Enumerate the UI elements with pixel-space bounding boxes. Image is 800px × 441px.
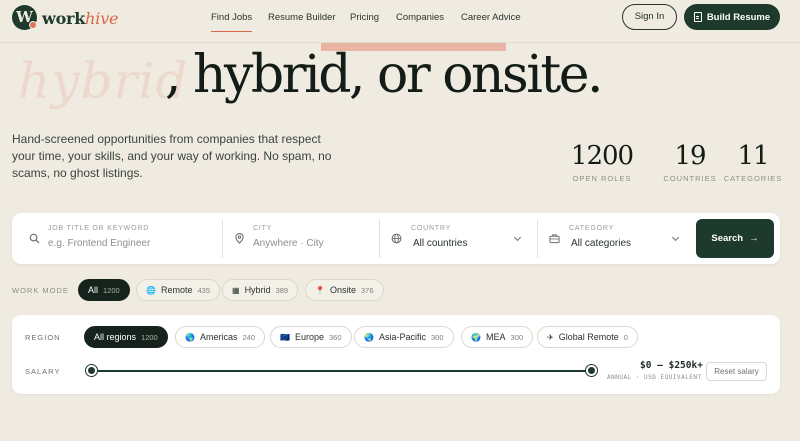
- city-field-label: CITY: [253, 225, 273, 232]
- chip-label: Americas: [199, 332, 238, 342]
- arrow-right-icon: →: [749, 233, 759, 244]
- eu-flag-icon: 🇪🇺: [280, 332, 290, 342]
- chevron-down-icon: [671, 233, 680, 242]
- country-field-label: COUNTRY: [411, 225, 452, 232]
- keyword-field-label: JOB TITLE OR KEYWORD: [48, 225, 150, 232]
- category-field-label: CATEGORY: [569, 225, 615, 232]
- stat-value: 19: [674, 141, 706, 171]
- salary-slider-track[interactable]: [91, 370, 591, 372]
- keyword-input[interactable]: e.g. Frontend Engineer: [48, 238, 150, 249]
- build-resume-label: Build Resume: [706, 11, 771, 23]
- hero-title: , hybrid, or onsite.: [165, 45, 604, 105]
- chevron-down-icon: [513, 233, 522, 242]
- keyword-field[interactable]: JOB TITLE OR KEYWORD e.g. Frontend Engin…: [12, 213, 222, 264]
- country-select[interactable]: COUNTRY All countries: [380, 213, 537, 264]
- globe-asia-icon: 🌏: [364, 332, 374, 342]
- stat-value: 11: [737, 141, 769, 171]
- briefcase-icon: [549, 234, 560, 244]
- region-chip-global-remote[interactable]: ✈ Global Remote 0: [537, 326, 638, 348]
- stat-countries: 19 COUNTRIES: [650, 141, 730, 183]
- search-button[interactable]: Search →: [696, 219, 774, 258]
- chip-count: 300: [510, 332, 523, 342]
- stat-label: OPEN ROLES: [572, 174, 632, 183]
- chip-label: Global Remote: [558, 332, 619, 342]
- region-chip-europe[interactable]: 🇪🇺 Europe 360: [270, 326, 352, 348]
- work-mode-label: WORK MODE: [12, 286, 69, 295]
- logo-dot: [29, 21, 37, 29]
- chip-count: 389: [275, 285, 289, 295]
- hero-ghost-word: hybrid: [18, 52, 189, 110]
- search-button-label: Search: [711, 233, 744, 244]
- logo-word-main: work: [42, 9, 86, 28]
- chip-label: Asia-Pacific: [378, 332, 426, 342]
- city-input[interactable]: Anywhere · City: [253, 238, 324, 249]
- chip-label: Remote: [160, 285, 193, 295]
- salary-max-handle[interactable]: [585, 365, 597, 376]
- chip-count: 240: [242, 332, 255, 342]
- nav-link-companies[interactable]: Companies: [396, 12, 444, 23]
- region-chip-asia-pacific[interactable]: 🌏 Asia-Pacific 300: [354, 326, 454, 348]
- work-mode-chip-remote[interactable]: 🌐 Remote 435: [136, 279, 220, 301]
- chip-count: 1200: [103, 285, 120, 295]
- chip-count: 0: [623, 332, 628, 342]
- globe-icon: 🌐: [146, 285, 156, 295]
- globe-americas-icon: 🌎: [185, 332, 195, 342]
- salary-range-value: $0 — $250k+: [640, 360, 703, 371]
- stat-label: COUNTRIES: [663, 174, 717, 183]
- filter-panel: REGION All regions 1200 🌎 Americas 240 🇪…: [12, 315, 780, 394]
- region-chip-americas[interactable]: 🌎 Americas 240: [175, 326, 265, 348]
- salary-note: ANNUAL · USD EQUIVALENT: [607, 374, 702, 381]
- document-icon: [693, 12, 702, 22]
- top-nav: W workhive Find Jobs Resume Builder Pric…: [0, 0, 800, 43]
- work-mode-chip-all[interactable]: All 1200: [78, 279, 130, 301]
- stat-value: 1200: [570, 141, 634, 171]
- globe-africa-icon: 🌍: [471, 332, 481, 342]
- chip-count: 1200: [141, 332, 158, 342]
- category-value: All categories: [571, 238, 632, 249]
- chip-count: 300: [430, 332, 444, 342]
- stat-label: CATEGORIES: [723, 174, 783, 183]
- reset-salary-button[interactable]: Reset salary: [706, 362, 767, 381]
- search-icon: [29, 233, 40, 244]
- nav-link-pricing[interactable]: Pricing: [350, 12, 379, 23]
- pin-icon: 📍: [315, 285, 325, 295]
- map-pin-icon: [235, 233, 244, 244]
- sign-in-button[interactable]: Sign In: [622, 4, 677, 30]
- chip-label: Onsite: [329, 285, 356, 295]
- work-mode-chip-hybrid[interactable]: ▦ Hybrid 389: [222, 279, 299, 301]
- stat-open-roles: 1200 OPEN ROLES: [566, 141, 638, 183]
- chip-label: All: [88, 285, 99, 295]
- job-search-bar: JOB TITLE OR KEYWORD e.g. Frontend Engin…: [12, 213, 780, 264]
- salary-label: SALARY: [25, 367, 61, 376]
- country-value: All countries: [413, 238, 468, 249]
- hero-subtitle: Hand-screened opportunities from compani…: [12, 132, 332, 180]
- stat-categories: 11 CATEGORIES: [722, 141, 784, 183]
- chip-count: 376: [360, 285, 374, 295]
- region-chip-mea[interactable]: 🌍 MEA 300: [461, 326, 533, 348]
- nav-link-career-advice[interactable]: Career Advice: [461, 12, 521, 23]
- chip-count: 360: [329, 332, 342, 342]
- chip-label: MEA: [485, 332, 506, 342]
- build-resume-button[interactable]: Build Resume: [684, 4, 780, 30]
- category-select[interactable]: CATEGORY All categories: [538, 213, 688, 264]
- city-field[interactable]: CITY Anywhere · City: [223, 213, 379, 264]
- region-label: REGION: [25, 333, 61, 342]
- logo-word-accent: hive: [85, 9, 119, 28]
- chip-label: Europe: [294, 332, 324, 342]
- building-icon: ▦: [232, 285, 240, 295]
- chip-label: All regions: [94, 332, 137, 342]
- airplane-icon: ✈: [547, 332, 554, 342]
- globe-icon: [391, 233, 402, 244]
- nav-link-find-jobs[interactable]: Find Jobs: [211, 12, 253, 32]
- work-mode-chip-onsite[interactable]: 📍 Onsite 376: [305, 279, 384, 301]
- chip-count: 435: [197, 285, 210, 295]
- region-chip-all[interactable]: All regions 1200: [84, 326, 168, 348]
- salary-min-handle[interactable]: [85, 365, 97, 376]
- logo-wordmark[interactable]: workhive: [42, 9, 119, 28]
- chip-label: Hybrid: [244, 285, 271, 295]
- nav-link-resume-builder[interactable]: Resume Builder: [268, 12, 336, 23]
